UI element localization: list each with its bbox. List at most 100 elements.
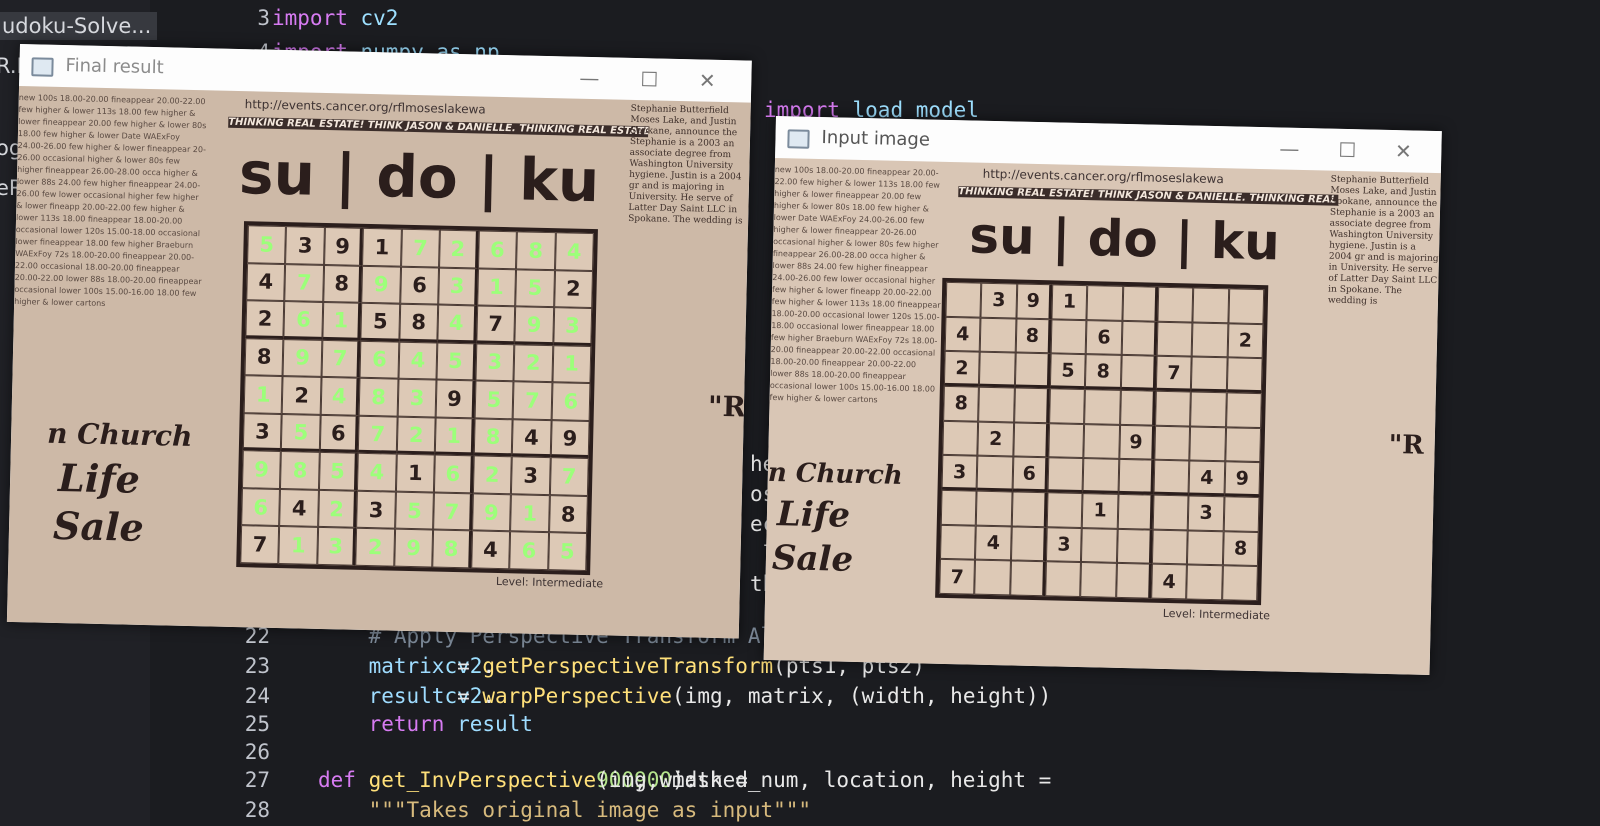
- sudoku-cell: [1121, 320, 1158, 357]
- sudoku-cell: [1047, 457, 1084, 494]
- code-line[interactable]: 24 result = cv2. warpPerspective (img, mat…: [0, 684, 1600, 712]
- code-line[interactable]: 3 import cv2: [0, 6, 1600, 34]
- sudoku-cell: 8: [244, 337, 284, 377]
- sudoku-cell: [1187, 530, 1224, 566]
- sudoku-cell: [1151, 529, 1189, 565]
- input-image-window[interactable]: Input image — ☐ ✕ new 100s 18.00-20.00 f…: [763, 116, 1442, 675]
- code-text: return result: [318, 712, 533, 736]
- maximize-icon[interactable]: ☐: [627, 64, 672, 95]
- sudoku-cell: 4: [944, 316, 981, 353]
- sudoku-cell: 2: [317, 489, 358, 529]
- sudoku-cell: 4: [511, 419, 552, 458]
- sudoku-cell: 9: [394, 529, 434, 568]
- sudoku-cell: 2: [396, 416, 436, 455]
- sudoku-cell: 3: [438, 267, 478, 306]
- sudoku-cell: 7: [1155, 356, 1192, 392]
- sudoku-cell: 6: [1012, 456, 1049, 493]
- sudoku-cell: 1: [322, 302, 362, 341]
- sudoku-cell: [1013, 387, 1050, 423]
- code-line[interactable]: 25 return result: [0, 712, 1600, 740]
- sudoku-cell: [1119, 389, 1156, 426]
- sudoku-cell: 9: [1118, 424, 1156, 460]
- sudoku-cell: 9: [1016, 283, 1053, 319]
- close-icon[interactable]: ✕: [1381, 136, 1426, 167]
- sudoku-cell: 7: [358, 415, 398, 454]
- sudoku-cell: [1154, 425, 1191, 461]
- sudoku-cell: 3: [1045, 526, 1083, 563]
- sudoku-cell: [1080, 562, 1117, 598]
- sudoku-cell: 8: [358, 378, 399, 417]
- sudoku-cell: 4: [357, 453, 397, 492]
- code-line[interactable]: 28 """Takes original image as input""": [0, 798, 1600, 826]
- sudoku-cell: [1228, 288, 1265, 324]
- sudoku-cell: 4: [279, 488, 319, 528]
- sudoku-cell: [1050, 318, 1087, 355]
- sudoku-cell: 5: [318, 452, 359, 491]
- newspaper-banner: THINKING REAL ESTATE! THINK JASON & DANI…: [958, 186, 1339, 206]
- sudoku-cell: 8: [1085, 354, 1122, 390]
- sudoku-cell: [1049, 388, 1086, 424]
- sudoku-cell: [1189, 426, 1226, 462]
- code-token: .: [482, 684, 496, 708]
- sudoku-cell: [1009, 560, 1046, 597]
- sudoku-cell: 9: [471, 493, 512, 532]
- sudoku-cell: 6: [551, 382, 591, 421]
- sudoku-cell: 5: [281, 413, 321, 453]
- sudoku-cell: 8: [1015, 318, 1052, 354]
- maximize-icon[interactable]: ☐: [1325, 134, 1370, 165]
- church-ad-line2: Life: [776, 494, 851, 536]
- wedding-article-text: Stephanie Butterfield Moses Lake, and Ju…: [1327, 174, 1439, 307]
- sudoku-cell: [974, 559, 1011, 596]
- sudoku-cell: 3: [356, 490, 396, 530]
- sudoku-cell: 1: [435, 417, 475, 456]
- code-token: .: [482, 654, 496, 678]
- church-ad-line2: Life: [57, 454, 141, 502]
- sudoku-cell: 4: [246, 262, 286, 302]
- sudoku-cell: [1082, 458, 1119, 494]
- sudoku-cell: 5: [474, 380, 514, 420]
- sudoku-cell: [1045, 561, 1082, 598]
- quote-mark: "R: [1388, 429, 1425, 461]
- sudoku-cell: [1155, 390, 1192, 427]
- sudoku-cell: 6: [1085, 319, 1123, 356]
- sudoku-cell: [945, 281, 982, 318]
- sudoku-cell: 7: [549, 457, 589, 496]
- sudoku-cell: [1221, 565, 1258, 602]
- minimize-icon[interactable]: —: [1267, 133, 1312, 164]
- event-url: http://events.cancer.org/rflmoseslakewa: [244, 97, 486, 117]
- church-ad-line1: n Church: [46, 416, 193, 454]
- sudoku-cell: 2: [245, 300, 285, 339]
- sudoku-cell: [940, 489, 977, 526]
- code-line[interactable]: 27 def get_InvPerspective (img, masked_num…: [0, 768, 1600, 796]
- sudoku-cell: 9: [241, 450, 282, 489]
- sudoku-cell: 2: [472, 455, 512, 495]
- sudoku-cell: 5: [515, 268, 555, 308]
- sudoku-cell: 8: [323, 264, 363, 303]
- close-icon[interactable]: ✕: [685, 65, 730, 96]
- level-label: Level: Intermediate: [495, 574, 604, 591]
- sudoku-cell: 9: [1224, 461, 1261, 498]
- minimize-icon[interactable]: —: [567, 62, 612, 93]
- code-token: def: [318, 768, 369, 792]
- code-text: def get_InvPerspective (img, masked_num, …: [318, 768, 1051, 792]
- sudoku-cell: [1192, 287, 1229, 323]
- final-result-window[interactable]: Final result — ☐ ✕ new 100s 18.00-20.00 …: [6, 44, 752, 639]
- sudoku-cell: 1: [278, 526, 318, 565]
- sudoku-cell: [980, 317, 1017, 353]
- sudoku-cell: 4: [554, 232, 594, 271]
- sudoku-cell: 6: [241, 488, 281, 527]
- sudoku-cell: [1081, 527, 1118, 564]
- sudoku-grid-input: 3914862258782936491343874: [935, 277, 1269, 606]
- line-number: 24: [244, 684, 270, 708]
- sudoku-cell: [1083, 423, 1120, 460]
- sudoku-cell: 4: [975, 525, 1012, 561]
- sudoku-cell: 5: [247, 225, 287, 264]
- code-line[interactable]: 26: [0, 740, 1600, 768]
- newsprint-column: new 100s 18.00-20.00 fineappear 20.00-22…: [14, 92, 207, 309]
- sudoku-cell: [1010, 526, 1047, 562]
- code-token: """Takes original image as input""": [318, 798, 812, 822]
- window-title: Final result: [65, 55, 164, 79]
- sudoku-cell: 9: [361, 265, 401, 304]
- sudoku-cell: [976, 455, 1013, 492]
- sudoku-cell: 7: [475, 305, 516, 344]
